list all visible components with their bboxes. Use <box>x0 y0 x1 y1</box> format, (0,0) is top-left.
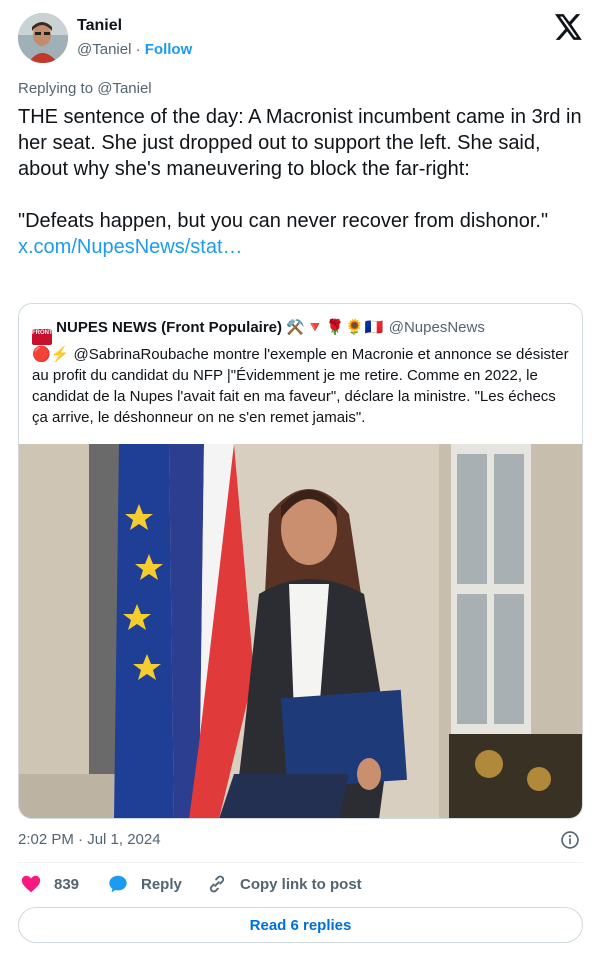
read-replies-button[interactable]: Read 6 replies <box>18 907 583 943</box>
author-handle-row: @Taniel · Follow <box>77 41 192 58</box>
like-count: 839 <box>54 875 80 893</box>
timestamp[interactable]: 2:02 PM · Jul 1, 2024 <box>18 831 161 848</box>
quoted-tweet[interactable]: FRONT POPUL. NUPES NEWS (Front Populaire… <box>18 303 583 819</box>
avatar[interactable] <box>18 13 68 63</box>
like-button[interactable]: 839 <box>20 873 79 895</box>
quote-author-handle: @NupesNews <box>388 319 485 336</box>
quote-avatar: FRONT POPUL. <box>32 329 77 345</box>
quote-photo[interactable] <box>19 444 582 819</box>
reply-button[interactable]: Reply <box>107 873 182 895</box>
info-icon[interactable] <box>560 830 580 850</box>
separator: · <box>135 41 141 58</box>
divider <box>18 862 583 863</box>
quote-author-name: NUPES NEWS (Front Populaire) <box>56 319 283 336</box>
replying-to[interactable]: Replying to @Taniel <box>18 80 152 97</box>
quote-header: FRONT POPUL. NUPES NEWS (Front Populaire… <box>32 318 485 345</box>
tweet-body: THE sentence of the day: A Macronist inc… <box>18 106 582 232</box>
heart-icon <box>21 875 41 893</box>
copy-link-button[interactable]: Copy link to post <box>206 873 362 895</box>
tweet-text: THE sentence of the day: A Macronist inc… <box>18 104 584 260</box>
reply-label: Reply <box>141 875 182 893</box>
copy-link-label: Copy link to post <box>240 875 362 893</box>
tweet-link[interactable]: x.com/NupesNews/stat… <box>18 236 243 258</box>
link-icon <box>209 875 225 893</box>
quote-text: 🔴⚡ @SabrinaRoubache montre l'exemple en … <box>32 346 569 426</box>
author-name[interactable]: Taniel <box>77 17 122 35</box>
author-handle[interactable]: @Taniel <box>77 41 131 58</box>
tweet-embed-card: Taniel @Taniel · Follow Replying to @Tan… <box>0 0 601 960</box>
follow-button[interactable]: Follow <box>145 41 193 58</box>
quote-author-emojis: ⚒️🔻🌹🌻🇫🇷 <box>286 319 385 336</box>
reply-bubble-icon <box>109 875 127 893</box>
avatar-image <box>18 13 68 63</box>
x-logo-icon[interactable] <box>555 14 583 40</box>
